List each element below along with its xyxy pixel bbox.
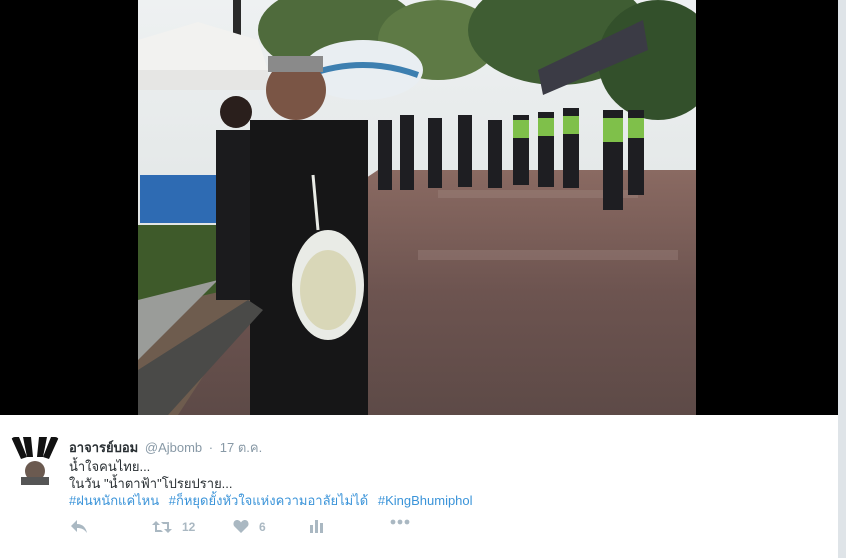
- user-handle[interactable]: @Ajbomb: [145, 440, 202, 455]
- like-button[interactable]: 6: [233, 519, 266, 534]
- tweet-text-line-1: น้ำใจคนไทย...: [69, 459, 151, 474]
- reply-button[interactable]: [70, 519, 88, 535]
- retweet-count: 12: [182, 520, 196, 534]
- avatar[interactable]: [11, 437, 59, 485]
- retweet-icon: [152, 521, 172, 533]
- tweet-photo[interactable]: [138, 0, 696, 415]
- hashtag-link[interactable]: #KingBhumiphol: [378, 493, 473, 508]
- tweet-text: น้ำใจคนไทย... ในวัน "น้ำตาฟ้า"โปรยปราย..…: [69, 458, 809, 509]
- tweet-timestamp[interactable]: 17 ต.ค.: [220, 440, 262, 455]
- heart-icon: [233, 520, 249, 533]
- tweet-card[interactable]: อาจารย์บอม @Ajbomb · 17 ต.ค. น้ำใจคนไทย.…: [0, 415, 838, 558]
- more-icon: [390, 519, 410, 525]
- media-frame[interactable]: [0, 0, 846, 415]
- like-count: 6: [259, 519, 266, 534]
- analytics-button[interactable]: [310, 519, 324, 533]
- scrollbar-track[interactable]: [838, 0, 846, 558]
- analytics-icon: [310, 520, 323, 533]
- user-fullname[interactable]: อาจารย์บอม: [69, 440, 138, 455]
- tweet-text-line-2: ในวัน "น้ำตาฟ้า"โปรยปราย...: [69, 476, 233, 491]
- hashtag-link[interactable]: #ฝนหนักแค่ไหน: [69, 493, 159, 508]
- separator-dot: ·: [208, 440, 214, 455]
- more-button[interactable]: [390, 519, 410, 525]
- tweet-header: อาจารย์บอม @Ajbomb · 17 ต.ค.: [69, 437, 262, 458]
- reply-icon: [71, 520, 87, 533]
- retweet-button[interactable]: 12: [152, 519, 195, 535]
- hashtag-list: #ฝนหนักแค่ไหน #ก็หยุดยั้งหัวใจแห่งความอา…: [69, 492, 809, 509]
- hashtag-link[interactable]: #ก็หยุดยั้งหัวใจแห่งความอาลัยไม่ได้: [169, 493, 368, 508]
